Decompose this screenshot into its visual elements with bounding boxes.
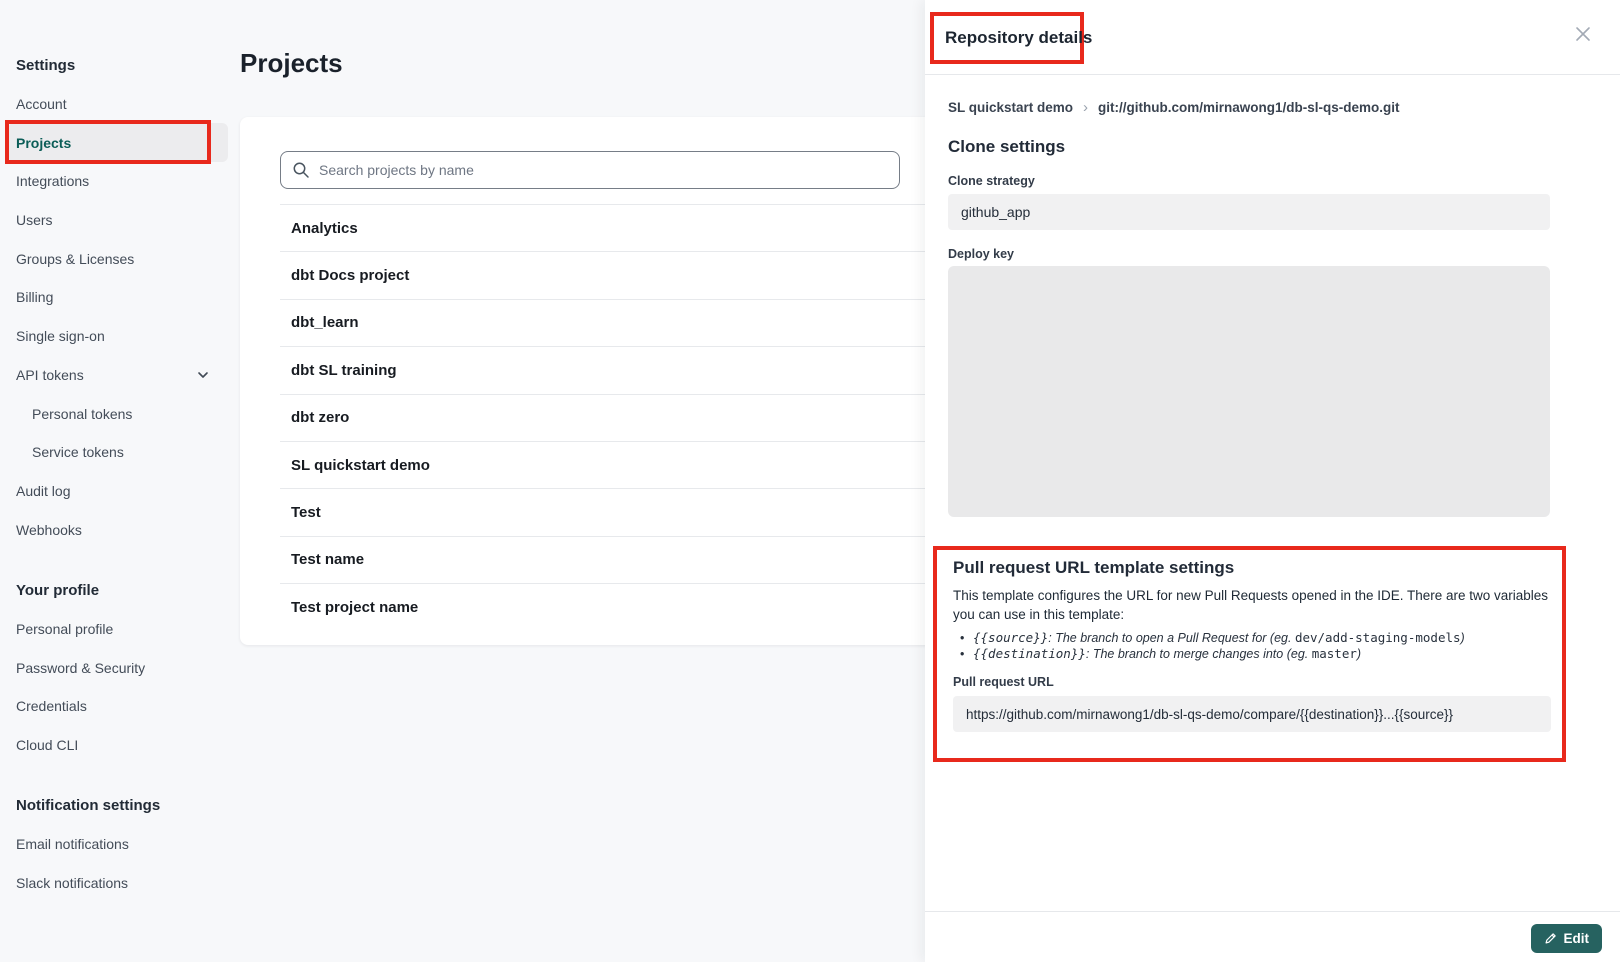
pull-request-template-description: This template configures the URL for new… [953,586,1551,624]
sidebar-heading-your-profile: Your profile [0,571,240,610]
sidebar-item-webhooks[interactable]: Webhooks [0,510,228,549]
app-screen: Settings Account Projects Integrations U… [0,0,1620,962]
sidebar-heading-settings: Settings [0,46,240,85]
panel-title: Repository details [934,28,1092,48]
breadcrumb-project-name: SL quickstart demo [948,100,1073,115]
chevron-down-icon [196,368,210,382]
sidebar-item-service-tokens[interactable]: Service tokens [0,433,228,472]
annotation-box-repository-details: Repository details [930,12,1084,64]
clone-strategy-label: Clone strategy [948,174,1035,188]
page-title: Projects [240,48,343,79]
clone-settings-heading: Clone settings [948,137,1065,157]
close-icon[interactable] [1572,23,1594,45]
project-row-dbt-zero[interactable]: dbt zero [280,394,960,441]
project-row-sl-quickstart-demo[interactable]: SL quickstart demo [280,441,960,488]
project-row-test[interactable]: Test [280,488,960,535]
sidebar-item-integrations[interactable]: Integrations [0,162,228,201]
sidebar-item-billing[interactable]: Billing [0,278,228,317]
sidebar-item-api-tokens[interactable]: API tokens [0,356,228,395]
project-row-test-name[interactable]: Test name [280,536,960,583]
template-variables-list: {{source}}: The branch to open a Pull Re… [953,630,1546,662]
sidebar-item-single-sign-on[interactable]: Single sign-on [0,317,228,356]
chevron-right-icon: › [1083,100,1088,115]
pull-request-url-value: https://github.com/mirnawong1/db-sl-qs-d… [953,696,1551,732]
pull-request-template-heading: Pull request URL template settings [953,558,1546,578]
sidebar-item-users[interactable]: Users [0,201,228,240]
pencil-icon [1544,932,1557,945]
sidebar-item-email-notifications[interactable]: Email notifications [0,825,228,864]
project-row-test-project-name[interactable]: Test project name [280,583,960,630]
pull-request-template-section: Pull request URL template settings This … [933,546,1566,762]
clone-strategy-value: github_app [948,194,1550,230]
project-row-dbt-learn[interactable]: dbt_learn [280,299,960,346]
sidebar-item-slack-notifications[interactable]: Slack notifications [0,864,228,903]
template-variable-destination: {{destination}}: The branch to merge cha… [953,646,1546,662]
deploy-key-label: Deploy key [948,247,1014,261]
pull-request-url-label: Pull request URL [953,675,1546,689]
sidebar-item-personal-tokens[interactable]: Personal tokens [0,394,228,433]
sidebar-item-groups-licenses[interactable]: Groups & Licenses [0,239,228,278]
panel-header: Repository details [925,0,1620,75]
repository-details-panel: Repository details SL quickstart demo › … [925,0,1620,962]
edit-button-label: Edit [1564,931,1590,946]
sidebar-item-personal-profile[interactable]: Personal profile [0,610,228,649]
sidebar-heading-notification-settings: Notification settings [0,786,240,825]
deploy-key-redacted-box [948,266,1550,517]
breadcrumb: SL quickstart demo › git://github.com/mi… [948,100,1400,115]
project-row-dbt-sl-training[interactable]: dbt SL training [280,346,960,393]
sidebar-item-password-security[interactable]: Password & Security [0,648,228,687]
sidebar-item-cloud-cli[interactable]: Cloud CLI [0,726,228,765]
sidebar-item-account[interactable]: Account [0,85,228,124]
settings-sidebar: Settings Account Projects Integrations U… [0,46,240,902]
sidebar-item-label: API tokens [16,367,84,383]
breadcrumb-repo-url: git://github.com/mirnawong1/db-sl-qs-dem… [1098,100,1399,115]
sidebar-item-audit-log[interactable]: Audit log [0,472,228,511]
panel-footer: Edit [925,911,1620,962]
template-variable-source: {{source}}: The branch to open a Pull Re… [953,630,1546,646]
project-row-analytics[interactable]: Analytics [280,204,960,251]
sidebar-item-credentials[interactable]: Credentials [0,687,228,726]
projects-list: Analytics dbt Docs project dbt_learn dbt… [280,204,960,631]
edit-button[interactable]: Edit [1531,924,1603,953]
sidebar-item-projects[interactable]: Projects [8,123,228,162]
search-icon [292,161,310,179]
search-input[interactable] [280,151,900,189]
projects-card: Analytics dbt Docs project dbt_learn dbt… [240,117,960,645]
project-row-dbt-docs-project[interactable]: dbt Docs project [280,251,960,298]
